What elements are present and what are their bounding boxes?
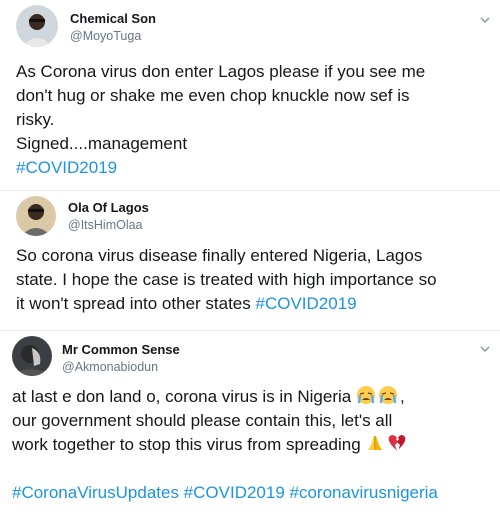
profile-photo-icon [12, 336, 52, 376]
tweet-text-line: Signed....management [16, 134, 188, 153]
hashtag-link[interactable]: #COVID2019 [256, 294, 357, 313]
tweet-text-line: state. I hope the case is treated with h… [16, 270, 437, 289]
avatar[interactable] [12, 336, 52, 376]
crying-face-icon [356, 386, 375, 404]
tweet-card[interactable]: Chemical Son @MoyoTuga As Corona virus d… [0, 0, 500, 190]
tweet-text-line: don't hug or shake me even chop knuckle … [16, 86, 410, 105]
display-name[interactable]: Chemical Son [70, 11, 156, 26]
user-handle[interactable]: @Akmonabiodun [62, 360, 158, 374]
tweet-text-line: As Corona virus don enter Lagos please i… [16, 62, 426, 81]
profile-photo-icon [16, 196, 56, 236]
profile-photo-icon [16, 5, 58, 47]
display-name[interactable]: Ola Of Lagos [68, 200, 149, 215]
avatar[interactable] [16, 196, 56, 236]
user-handle[interactable]: @MoyoTuga [70, 29, 141, 43]
tweet-text-line: it won't spread into other states #COVID… [16, 292, 496, 316]
tweet-text: So corona virus disease finally entered … [16, 244, 496, 316]
tweet-text: at last e don land o, corona virus is in… [12, 385, 496, 505]
tweet-text-line: at last e don land o, corona virus is in… [12, 386, 405, 406]
tweet-text-segment: work together to stop this virus from sp… [12, 435, 361, 454]
tweet-text-line: our government should please contain thi… [12, 411, 393, 430]
user-handle[interactable]: @ItsHimOlaa [68, 218, 143, 232]
tweet-text-line: So corona virus disease finally entered … [16, 246, 423, 265]
avatar[interactable] [16, 5, 58, 47]
tweet-text-segment: it won't spread into other states [16, 294, 256, 313]
tweet-text: As Corona virus don enter Lagos please i… [16, 60, 492, 180]
hashtag-link[interactable]: #CoronaVirusUpdates #COVID2019 #coronavi… [12, 481, 496, 505]
tweet-card[interactable]: Mr Common Sense @Akmonabiodun at last e … [0, 330, 500, 524]
folded-hands-icon [368, 436, 383, 450]
chevron-down-icon[interactable] [480, 344, 490, 354]
chevron-down-icon[interactable] [480, 15, 490, 25]
tweet-text-segment: at last e don land o, corona virus is in… [12, 387, 352, 406]
tweet-card[interactable]: Ola Of Lagos @ItsHimOlaa So corona virus… [0, 190, 500, 316]
crying-face-icon [378, 386, 397, 404]
hashtag-link[interactable]: #COVID2019 [16, 156, 492, 180]
display-name[interactable]: Mr Common Sense [62, 342, 180, 357]
broken-heart-icon [389, 435, 406, 451]
tweet-text-line: work together to stop this virus from sp… [12, 433, 496, 457]
tweet-text-line: risky. [16, 110, 55, 129]
